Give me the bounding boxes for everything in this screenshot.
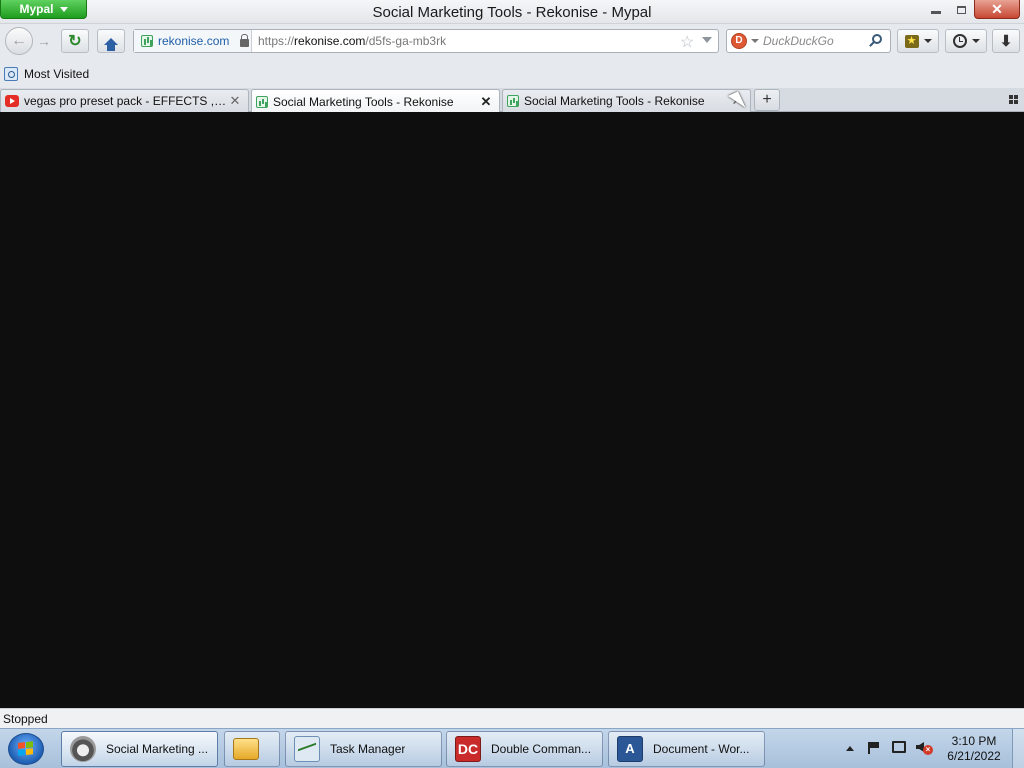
muted-icon: × [923,745,933,755]
taskbar-item-explorer[interactable] [224,731,280,767]
plus-icon: + [762,91,772,108]
download-icon: ⬇ [999,33,1013,50]
tab-social-marketing-tools[interactable]: Social Marketing Tools - Rekonise ✕ [502,89,751,112]
url-text[interactable]: https://rekonise.com/d5fs-ga-mb3rk [258,34,446,48]
minimize-icon [931,11,941,14]
reload-button[interactable]: ↻ [61,29,89,53]
downloads-button[interactable]: ⬇ [992,29,1020,53]
tab-label: Social Marketing Tools - Rekonise [273,94,454,109]
back-button[interactable]: ← [5,27,33,55]
duckduckgo-icon[interactable]: D [731,33,747,49]
search-engine-chevron-icon[interactable] [751,39,759,43]
window-title: Social Marketing Tools - Rekonise - Mypa… [372,4,652,21]
windows-logo-icon [18,741,34,757]
new-tab-button[interactable]: + [754,89,780,111]
double-commander-icon: DC [455,736,481,762]
history-clock-icon [952,34,967,48]
tab-close-icon[interactable]: ✕ [228,93,242,109]
url-history-dropdown-icon[interactable] [702,37,712,43]
history-button[interactable] [945,29,987,53]
navigation-toolbar: ← → ↻ rekonise.com https://rekonise.com/… [0,24,1024,62]
status-text: Stopped [3,712,48,726]
close-window-button[interactable]: ✕ [974,0,1020,19]
rekonise-favicon-icon [141,35,153,47]
taskbar-item-mypal[interactable]: Social Marketing ... [61,731,218,767]
taskbar-item-label: Double Comman... [491,742,592,756]
url-host: rekonise.com [294,34,366,48]
forward-arrow-icon: → [37,33,51,49]
mypal-raccoon-icon [70,736,96,762]
tab-label: Social Marketing Tools - Rekonise [524,94,705,108]
start-button[interactable] [8,733,44,765]
network-icon[interactable] [892,741,906,753]
home-icon [104,37,118,51]
list-all-tabs-icon[interactable] [1009,95,1018,104]
most-visited-bookmark[interactable]: Most Visited [4,67,89,81]
taskbar: Social Marketing ... Task Manager DC Dou… [0,728,1024,768]
windows-explorer-icon [233,738,259,760]
action-center-flag-icon[interactable] [868,742,880,754]
rekonise-icon [256,95,268,108]
status-bar: Stopped [0,708,1024,728]
taskbar-item-task-manager[interactable]: Task Manager [285,731,442,767]
bookmarks-icon: ★ [904,34,919,48]
forward-button[interactable]: → [35,32,53,50]
url-scheme: https:// [258,34,295,48]
search-icon[interactable] [872,34,882,44]
home-button[interactable] [97,29,125,53]
show-desktop-button[interactable] [1012,729,1024,768]
search-input[interactable] [763,33,863,49]
bookmarks-toolbar: Most Visited [0,62,1024,88]
show-hidden-icons-icon[interactable] [846,746,854,751]
url-bar[interactable]: rekonise.com https://rekonise.com/d5fs-g… [133,29,719,53]
taskbar-item-double-commander[interactable]: DC Double Comman... [446,731,603,767]
chevron-down-icon [971,39,980,43]
title-bar: Mypal Social Marketing Tools - Rekonise … [0,0,1024,24]
site-identity-button[interactable]: rekonise.com [134,30,252,52]
clock-time: 3:10 PM [951,734,997,748]
taskbar-item-label: Social Marketing ... [106,742,209,756]
taskbar-item-label: Task Manager [330,742,406,756]
taskbar-item-label: Document - Wor... [653,742,750,756]
tab-social-marketing-tools-active[interactable]: Social Marketing Tools - Rekonise ✕ [251,89,500,113]
clock-date: 6/21/2022 [947,749,1001,763]
tab-strip: vegas pro preset pack - EFFECTS , SH... … [0,88,1024,113]
close-icon: ✕ [991,0,1003,17]
system-clock[interactable]: 3:10 PM 6/21/2022 [940,734,1008,764]
minimize-button[interactable] [924,0,948,19]
task-manager-icon [294,736,320,762]
search-bar: D [726,29,891,53]
taskbar-item-word-document[interactable]: A Document - Wor... [608,731,765,767]
bookmarks-menu-button[interactable]: ★ [897,29,939,53]
most-visited-icon [4,67,18,81]
lock-icon [240,33,250,47]
identity-host: rekonise.com [158,34,230,48]
url-path: /d5fs-ga-mb3rk [365,34,447,48]
tab-close-icon[interactable]: ✕ [479,94,493,110]
back-arrow-icon: ← [11,32,27,49]
page-content-area[interactable] [0,112,1024,708]
chevron-down-icon [923,39,932,43]
tab-vegas-pro-preset-pack[interactable]: vegas pro preset pack - EFFECTS , SH... … [0,89,249,112]
youtube-icon [5,95,19,107]
rekonise-icon [507,95,519,107]
tab-label: vegas pro preset pack - EFFECTS , SH... [24,94,228,108]
most-visited-label: Most Visited [24,67,90,81]
restore-icon [956,5,966,14]
reload-icon: ↻ [68,33,82,50]
word-document-icon: A [617,736,643,762]
bookmark-star-icon[interactable]: ☆ [680,32,694,52]
maximize-button[interactable] [949,0,973,19]
